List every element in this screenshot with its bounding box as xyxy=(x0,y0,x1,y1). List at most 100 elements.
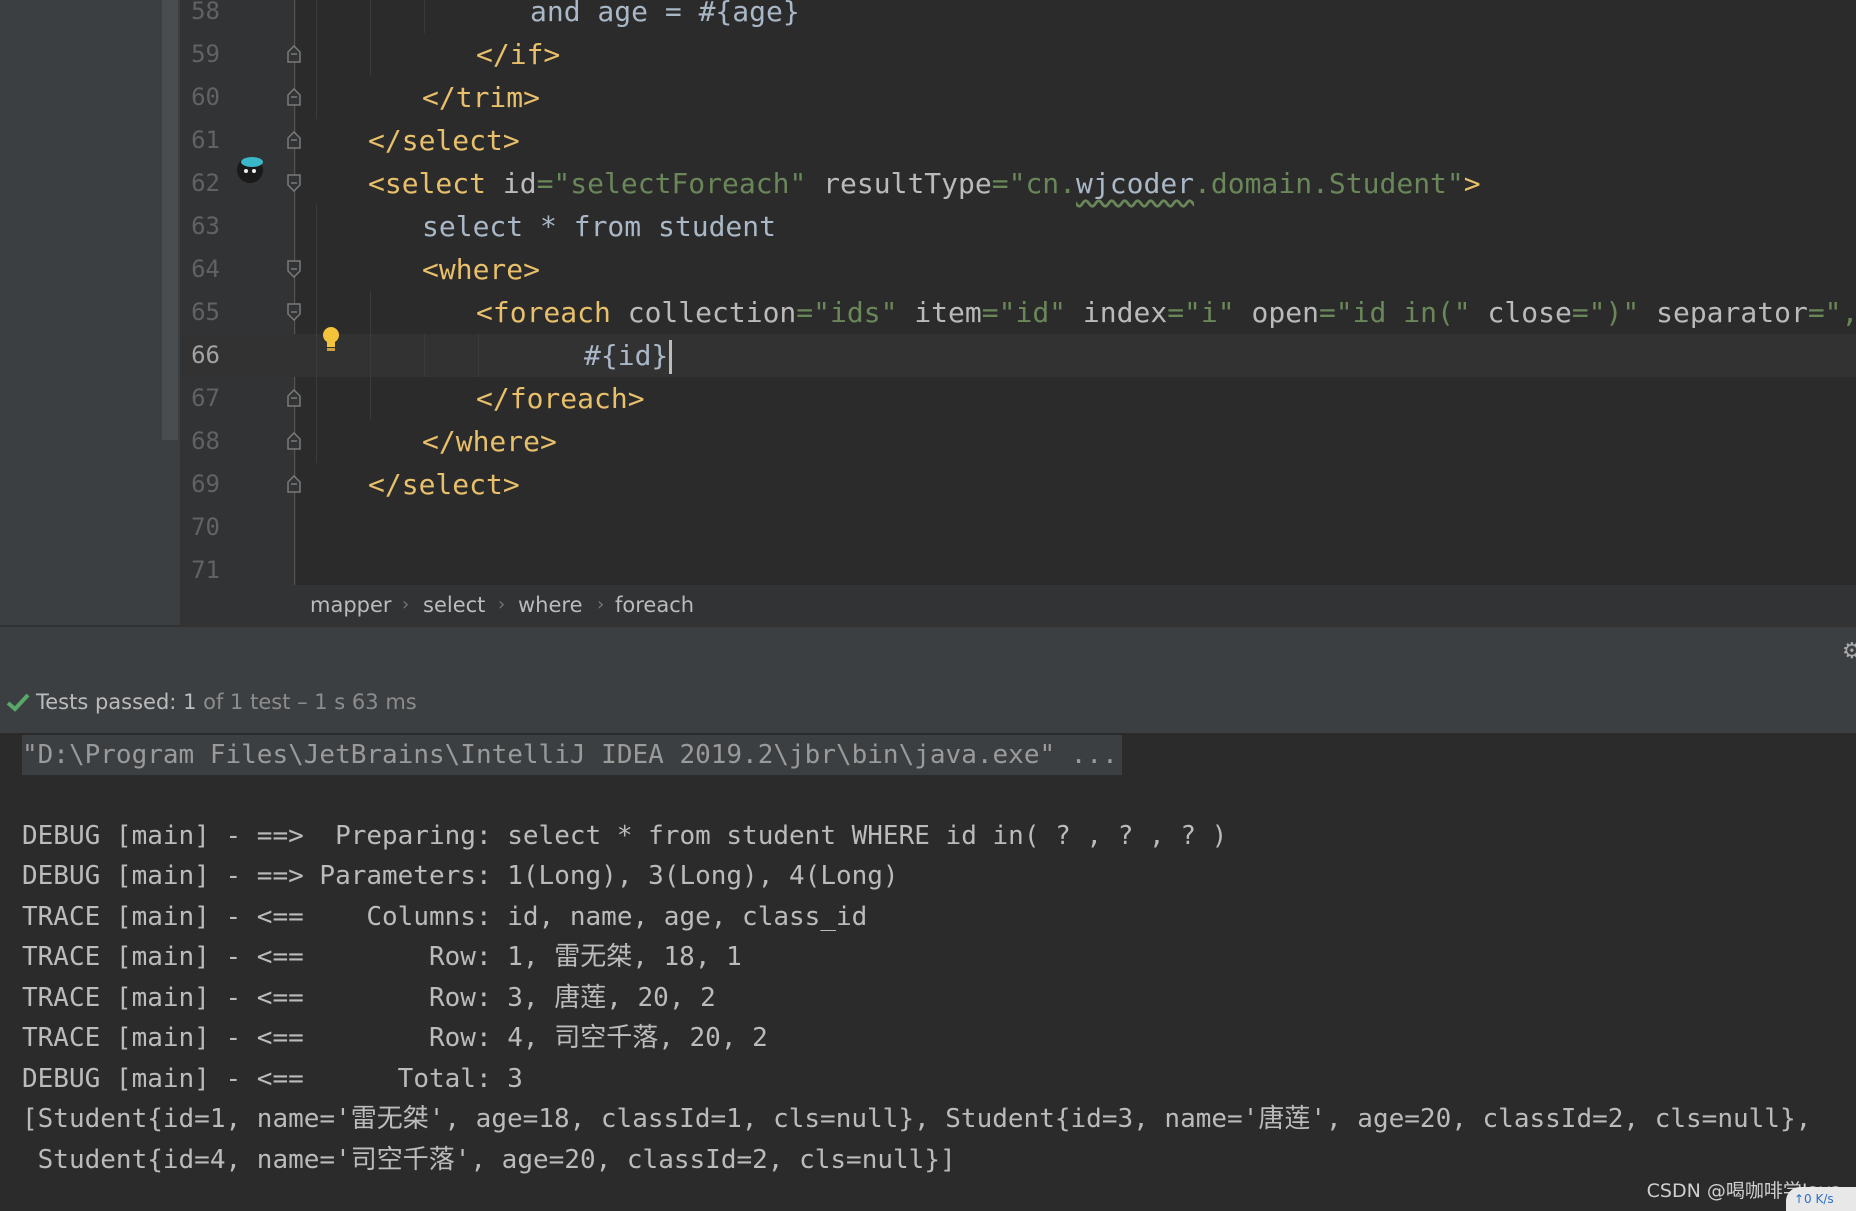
code-line[interactable]: 63 select * from student xyxy=(180,205,1856,248)
code-editor[interactable]: 58 and age = #{age} 59 </if> 60 </trim> 61 </se… xyxy=(180,0,1856,585)
console-output[interactable]: "D:\Program Files\JetBrains\IntelliJ IDE… xyxy=(0,733,1856,1211)
check-icon xyxy=(6,693,30,712)
line-number[interactable]: 69 xyxy=(180,463,220,506)
indent-guide xyxy=(370,377,371,420)
left-tool-strip xyxy=(0,0,180,625)
code-token: ="selectForeach" xyxy=(536,167,824,200)
code-line[interactable]: 59 </if> xyxy=(180,33,1856,76)
lightbulb-icon[interactable] xyxy=(321,325,341,353)
code-line[interactable]: 60 </trim> xyxy=(180,76,1856,119)
code-token: ="i" xyxy=(1167,296,1252,329)
line-number[interactable]: 68 xyxy=(180,420,220,463)
console-command-line[interactable]: "D:\Program Files\JetBrains\IntelliJ IDE… xyxy=(22,735,1122,775)
code-token: item xyxy=(914,296,982,329)
fold-end-icon[interactable] xyxy=(287,45,301,63)
console-line[interactable]: TRACE [main] - <== Columns: id, name, ag… xyxy=(22,897,867,937)
line-number[interactable]: 63 xyxy=(180,205,220,248)
console-line[interactable]: DEBUG [main] - <== Total: 3 xyxy=(22,1059,523,1099)
line-number[interactable]: 64 xyxy=(180,248,220,291)
code-token: </if> xyxy=(476,38,561,71)
code-text[interactable]: </where> xyxy=(422,420,557,463)
code-token: ="," xyxy=(1807,296,1856,329)
breadcrumb: mapper › select › where › foreach xyxy=(180,585,1856,625)
line-number[interactable]: 66 xyxy=(180,334,220,377)
indent-guide xyxy=(370,334,371,377)
gear-icon[interactable]: ⚙ xyxy=(1842,639,1856,665)
code-line[interactable]: 71 xyxy=(180,549,1856,585)
console-line[interactable]: TRACE [main] - <== Row: 1, 雷无桀, 18, 1 xyxy=(22,937,742,977)
code-line[interactable]: 67 </foreach> xyxy=(180,377,1856,420)
code-line[interactable]: 58 and age = #{age} xyxy=(180,0,1856,33)
breadcrumb-mapper[interactable]: mapper xyxy=(310,585,392,625)
code-text[interactable]: <select id="selectForeach" resultType="c… xyxy=(368,162,1481,205)
code-token: <foreach xyxy=(476,296,628,329)
console-line[interactable]: TRACE [main] - <== Row: 4, 司空千落, 20, 2 xyxy=(22,1018,768,1058)
code-text[interactable]: and age = #{age} xyxy=(530,0,800,33)
line-number[interactable]: 65 xyxy=(180,291,220,334)
fold-end-icon[interactable] xyxy=(287,131,301,149)
code-token: #{id} xyxy=(584,339,669,372)
indent-guide xyxy=(370,33,371,76)
console-line[interactable]: TRACE [main] - <== Row: 3, 唐莲, 20, 2 xyxy=(22,978,716,1018)
console-line[interactable]: DEBUG [main] - ==> Preparing: select * f… xyxy=(22,816,1227,856)
code-line[interactable]: 66 #{id} xyxy=(180,334,1856,377)
indent-guide xyxy=(316,0,317,33)
code-line[interactable]: 68 </where> xyxy=(180,420,1856,463)
code-token: id xyxy=(502,167,537,200)
breadcrumb-where[interactable]: where xyxy=(518,585,583,625)
code-text[interactable]: </select> xyxy=(368,463,520,506)
code-text[interactable]: </if> xyxy=(476,33,560,76)
code-line[interactable]: 64 <where> xyxy=(180,248,1856,291)
code-line[interactable]: 65 <foreach collection="ids" item="id" in… xyxy=(180,291,1856,334)
code-token: =")" xyxy=(1571,296,1657,329)
line-number[interactable]: 60 xyxy=(180,76,220,119)
fold-end-icon[interactable] xyxy=(287,88,301,106)
console-line[interactable]: Student{id=4, name='司空千落', age=20, class… xyxy=(22,1140,956,1180)
indent-guide xyxy=(316,420,317,463)
console-line[interactable]: DEBUG [main] - ==> Parameters: 1(Long), … xyxy=(22,856,899,896)
code-token: select * from student xyxy=(422,210,777,243)
code-text[interactable]: </trim> xyxy=(422,76,540,119)
line-number[interactable]: 70 xyxy=(180,506,220,549)
fold-collapse-icon[interactable] xyxy=(287,303,301,321)
code-line[interactable]: 69 </select> xyxy=(180,463,1856,506)
code-text[interactable]: <where> xyxy=(422,248,540,291)
code-text[interactable]: </select> xyxy=(368,119,520,162)
line-number[interactable]: 71 xyxy=(180,549,220,585)
code-token: open xyxy=(1251,296,1319,329)
line-number[interactable]: 62 xyxy=(180,162,220,205)
fold-end-icon[interactable] xyxy=(287,475,301,493)
code-text[interactable]: select * from student xyxy=(422,205,776,248)
code-token: </select> xyxy=(368,468,520,501)
line-number[interactable]: 61 xyxy=(180,119,220,162)
breadcrumb-select[interactable]: select xyxy=(423,585,485,625)
line-number[interactable]: 58 xyxy=(180,0,220,33)
code-text[interactable]: </foreach> xyxy=(476,377,645,420)
code-token: close xyxy=(1487,296,1572,329)
code-line[interactable]: 70 xyxy=(180,506,1856,549)
code-token: .domain.Student" xyxy=(1194,167,1464,200)
indent-guide xyxy=(478,334,479,377)
code-token: and age = #{age} xyxy=(530,0,800,28)
run-panel-header: ⚙ Tests passed: 1 of 1 test – 1 s 63 ms xyxy=(0,627,1856,733)
test-detail: of 1 test – 1 s 63 ms xyxy=(203,690,417,714)
line-number[interactable]: 67 xyxy=(180,377,220,420)
code-text[interactable]: #{id} xyxy=(584,334,673,377)
breadcrumb-foreach[interactable]: foreach xyxy=(615,585,694,625)
fold-end-icon[interactable] xyxy=(287,389,301,407)
fold-collapse-icon[interactable] xyxy=(287,174,301,192)
code-line[interactable]: 61 </select> xyxy=(180,119,1856,162)
indent-guide xyxy=(316,248,317,291)
scrollbar-thumb[interactable] xyxy=(162,0,178,440)
fold-end-icon[interactable] xyxy=(287,432,301,450)
code-line[interactable]: 62 <select id="selectForeach" resultType=… xyxy=(180,162,1856,205)
avatar-gutter-icon[interactable] xyxy=(232,150,268,186)
console-line[interactable]: [Student{id=1, name='雷无桀', age=18, class… xyxy=(22,1099,1811,1139)
code-text[interactable]: <foreach collection="ids" item="id" inde… xyxy=(476,291,1856,334)
line-number[interactable]: 59 xyxy=(180,33,220,76)
code-token: index xyxy=(1082,296,1168,329)
indent-guide xyxy=(370,291,371,334)
code-token: wjcoder xyxy=(1076,167,1195,200)
fold-collapse-icon[interactable] xyxy=(287,260,301,278)
text-caret xyxy=(669,340,673,374)
